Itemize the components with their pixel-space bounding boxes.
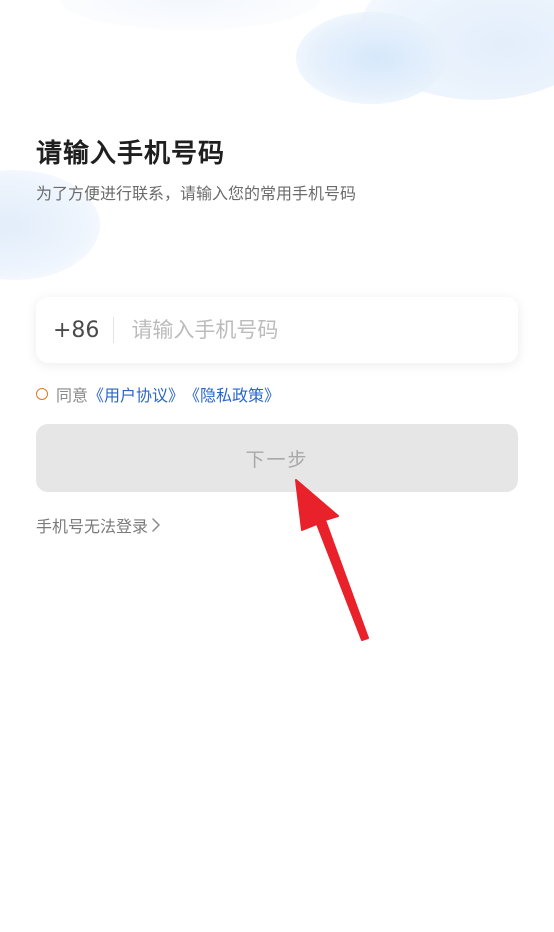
page-title: 请输入手机号码 — [36, 139, 226, 169]
page-subtitle: 为了方便进行联系，请输入您的常用手机号码 — [36, 184, 357, 203]
background-cloud — [60, 0, 320, 30]
radio-unchecked-icon[interactable] — [36, 388, 48, 400]
agreement-prefix: 同意 — [56, 386, 89, 405]
background-cloud — [296, 12, 446, 104]
phone-input[interactable] — [131, 318, 502, 342]
country-code[interactable]: +86 — [53, 318, 99, 343]
login-screen: 请输入手机号码 为了方便进行联系，请输入您的常用手机号码 +86 同意 《用户协… — [0, 0, 554, 932]
divider — [113, 317, 115, 343]
red-arrow-icon — [295, 479, 369, 641]
cant-login-label: 手机号无法登录 — [36, 517, 149, 536]
chevron-right-icon — [152, 518, 160, 532]
user-agreement-link[interactable]: 《用户协议》 — [88, 382, 184, 406]
phone-field: +86 — [36, 297, 518, 363]
privacy-policy-link[interactable]: 《隐私政策》 — [184, 382, 280, 406]
cant-login-link[interactable]: 手机号无法登录 — [36, 513, 160, 537]
next-button[interactable]: 下一步 — [36, 424, 518, 492]
agreement-row: 同意 《用户协议》 《隐私政策》 — [36, 383, 280, 405]
background-cloud — [360, 0, 554, 100]
